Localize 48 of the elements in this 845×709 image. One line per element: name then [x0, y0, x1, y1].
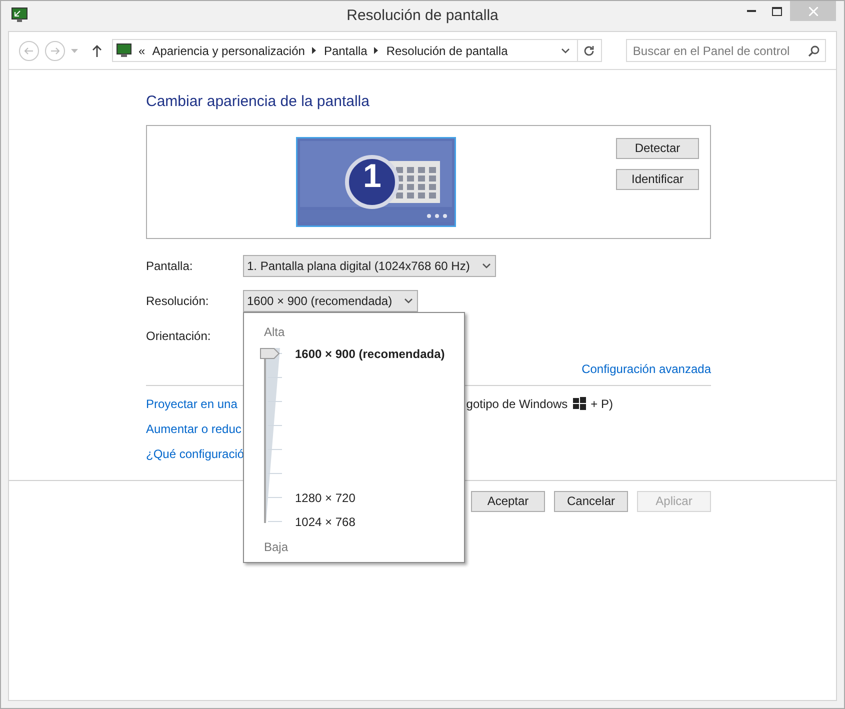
chevron-icon [482, 262, 491, 268]
dropdown[interactable]: 1. Pantalla plana digital (1024x768 60 Hz) [243, 254, 496, 276]
breadcrumb-overflow[interactable]: « [138, 42, 146, 60]
resolution-option[interactable]: 1024 × 768 [295, 513, 356, 531]
separator-arrow-icon [312, 47, 316, 54]
window-title: Resolución de pantalla [346, 6, 498, 26]
monitor-number: 1 [363, 158, 382, 192]
advanced-settings-link[interactable]: Configuración avanzada [582, 360, 711, 378]
field-label: Pantalla: [146, 258, 194, 274]
slider-track[interactable] [260, 348, 282, 523]
dialog-button[interactable]: Cancelar [554, 490, 628, 512]
back-arrow-icon [24, 46, 34, 54]
breadcrumb-item[interactable]: Pantalla [324, 42, 368, 60]
field-label: Orientación: [146, 328, 212, 344]
breadcrumb-item[interactable]: Apariencia y personalización [152, 42, 305, 60]
dropdown[interactable]: 1600 × 900 (recomendada) [243, 290, 418, 312]
resolution-option[interactable]: 1280 × 720 [295, 489, 356, 507]
page-heading: Cambiar apariencia de la pantalla [146, 92, 370, 112]
high-label: Alta [264, 324, 285, 341]
windows-logo-icon [572, 397, 586, 410]
dropdown-icon [70, 48, 78, 52]
help-link[interactable]: Aumentar o reduc [146, 420, 242, 438]
monitor-icon [11, 7, 28, 23]
help-link[interactable]: Proyectar en una [146, 394, 238, 412]
monitor-icon [116, 43, 132, 58]
monitor-drawing[interactable] [296, 136, 456, 226]
field-label: Resolución: [146, 292, 210, 310]
resolution-option[interactable]: 1600 × 900 (recomendada) [295, 345, 445, 363]
minimize-icon [746, 10, 756, 12]
shortcut-text: + P) [590, 396, 613, 412]
dialog-button[interactable]: Aceptar [471, 490, 545, 512]
refresh-icon[interactable] [583, 44, 596, 56]
chevron-icon [404, 298, 414, 304]
up-arrow-icon[interactable] [92, 44, 102, 56]
address-bar[interactable]: « Apariencia y personalización Pantalla Resolución de pantalla [112, 39, 602, 62]
breadcrumb-item[interactable]: Resolución de pantalla [386, 42, 508, 60]
search-icon [808, 45, 820, 57]
forward-arrow-icon [50, 46, 60, 54]
close-icon [808, 6, 818, 16]
detect-button[interactable]: Detectar [616, 138, 699, 158]
link-text: gotipo de Windows [466, 396, 568, 412]
maximize-icon [772, 6, 782, 16]
low-label: Baja [264, 539, 288, 556]
help-link[interactable]: ¿Qué configuració [146, 444, 244, 462]
address-dropdown-icon [560, 48, 570, 54]
identify-button[interactable]: Identificar [616, 168, 699, 190]
search-field[interactable]: Buscar en el Panel de control [626, 39, 826, 62]
separator-arrow-icon [374, 47, 378, 54]
